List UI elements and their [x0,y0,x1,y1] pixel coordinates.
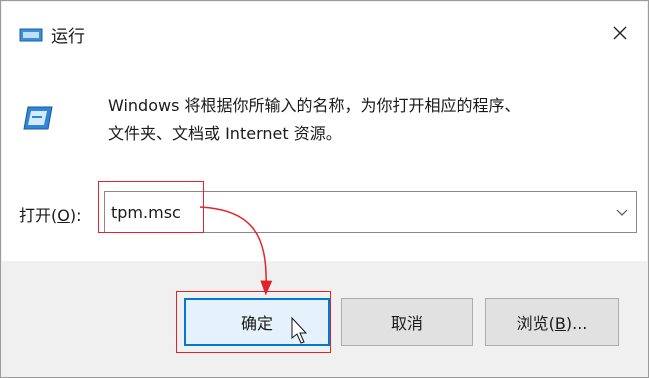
browse-label-accesskey: B [554,314,566,333]
close-button[interactable] [603,16,637,50]
open-label-accesskey: O [57,206,70,225]
open-combobox[interactable] [104,191,637,233]
run-dialog: 运行 Windows 将根据你所输入的名称，为你打开相应的程序、 文件夹、文档或… [0,0,649,378]
cancel-button-label: 取消 [390,314,423,333]
description-line-2: 文件夹、文档或 Internet 资源。 [108,124,342,143]
run-program-icon [23,106,53,130]
cancel-button[interactable]: 取消 [341,298,473,346]
ok-button[interactable]: 确定 [184,298,330,346]
description-line-1: Windows 将根据你所输入的名称，为你打开相应的程序、 [108,96,521,115]
browse-button-label: 浏览(B)... [517,310,588,334]
run-window-icon [19,28,43,42]
title-bar: 运行 [2,2,647,60]
browse-button[interactable]: 浏览(B)... [485,298,619,346]
open-label: 打开(O): [19,202,81,226]
chevron-down-icon[interactable] [614,204,630,220]
window-title: 运行 [51,27,85,47]
open-label-prefix: 打开( [19,206,58,225]
browse-label-suffix: )... [565,314,588,333]
open-label-suffix: ): [69,206,82,225]
description-text: Windows 将根据你所输入的名称，为你打开相应的程序、 文件夹、文档或 In… [108,92,628,148]
ok-button-label: 确定 [240,314,273,333]
browse-label-prefix: 浏览( [516,314,555,333]
dialog-content: Windows 将根据你所输入的名称，为你打开相应的程序、 文件夹、文档或 In… [2,60,647,261]
close-icon [613,26,627,40]
open-input[interactable] [111,201,591,223]
